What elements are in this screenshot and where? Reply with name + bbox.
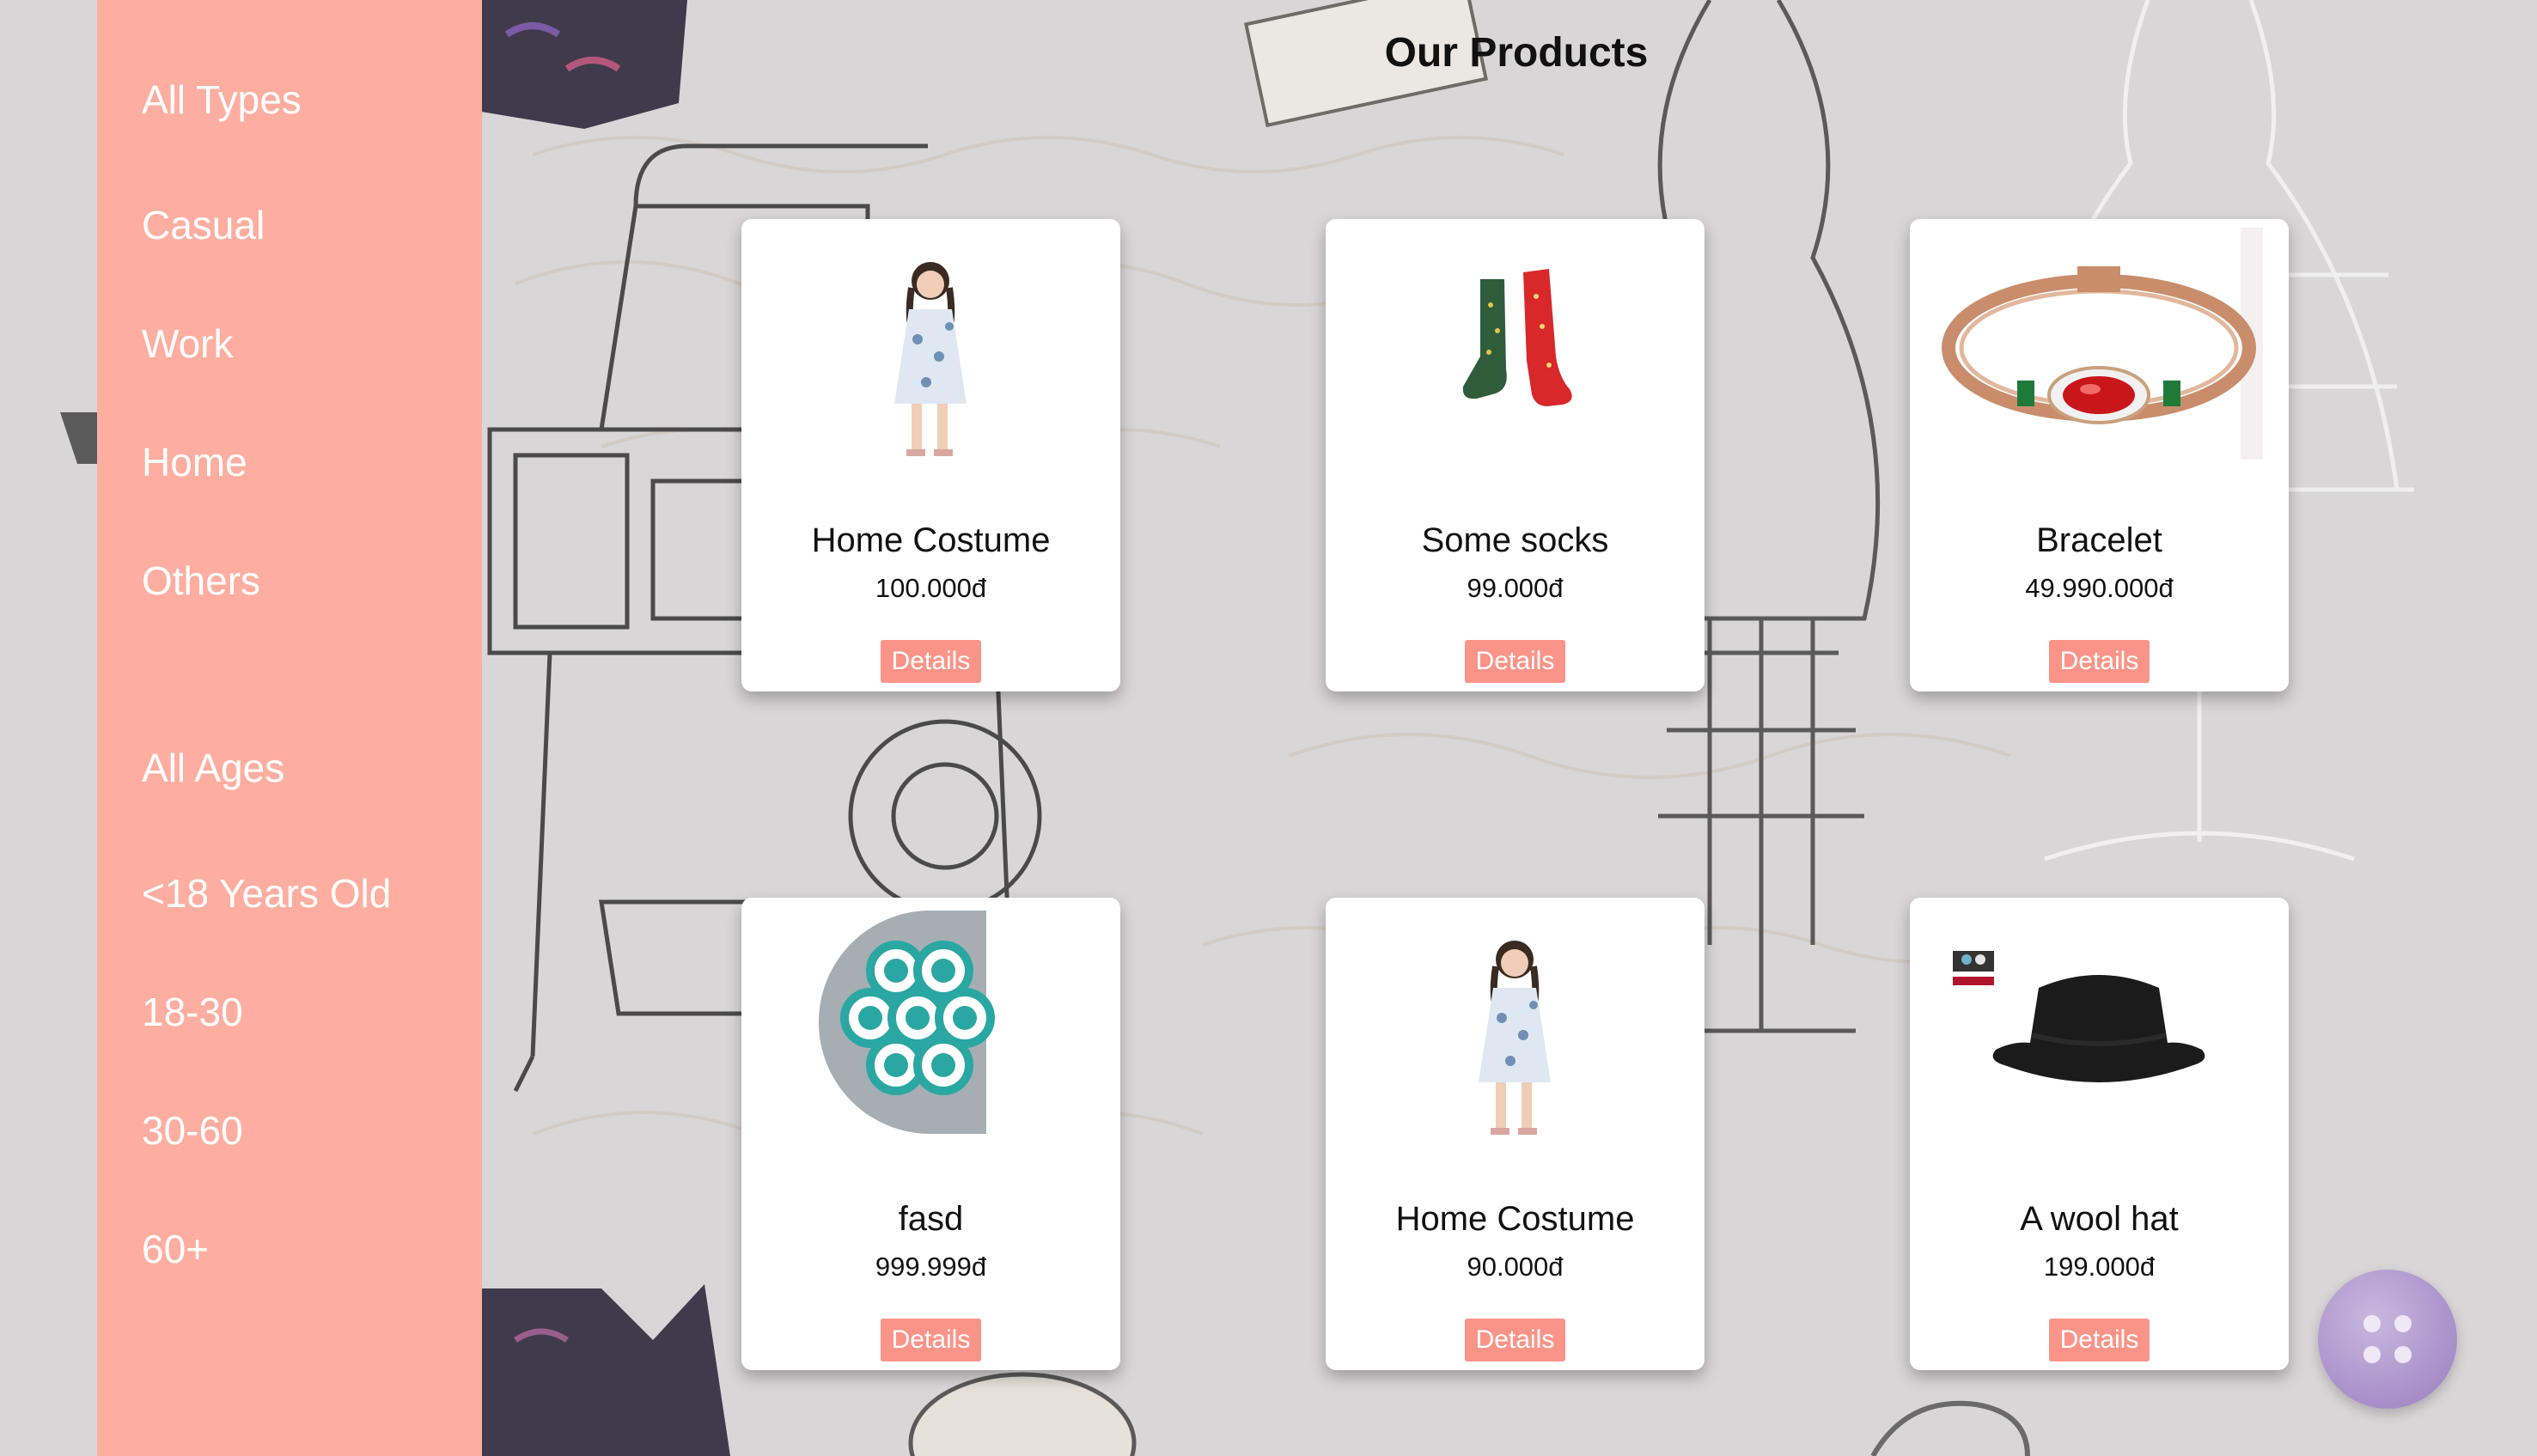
details-button[interactable]: Details — [1465, 1319, 1565, 1362]
product-image-teal-circles-logo — [767, 906, 1095, 1138]
product-image-red-gem-bracelet — [1936, 228, 2263, 460]
product-price: 199.000đ — [2043, 1252, 2156, 1282]
sidebar-item-all-types[interactable]: All Types — [142, 76, 302, 124]
product-price: 90.000đ — [1467, 1252, 1564, 1282]
floating-action-button[interactable] — [2318, 1270, 2457, 1409]
product-card: Home Costume 100.000đ Details — [741, 219, 1120, 691]
product-card: Home Costume 90.000đ Details — [1326, 898, 1705, 1370]
sidebar-item-under-18[interactable]: <18 Years Old — [142, 869, 391, 917]
sidebar: All Types Casual Work Home Others All Ag… — [97, 0, 482, 1456]
product-name: Home Costume — [811, 521, 1051, 559]
product-image-woman-in-floral-dress — [1351, 906, 1679, 1138]
details-button[interactable]: Details — [2049, 1319, 2150, 1362]
product-price: 49.990.000đ — [2025, 573, 2174, 603]
product-card: Some socks 99.000đ Details — [1326, 219, 1705, 691]
product-card: Bracelet 49.990.000đ Details — [1910, 219, 2289, 691]
page: All Types Casual Work Home Others All Ag… — [0, 0, 2537, 1456]
details-button[interactable]: Details — [881, 640, 981, 683]
product-name: Some socks — [1421, 521, 1609, 559]
product-card: A wool hat 199.000đ Details — [1910, 898, 2289, 1370]
details-button[interactable]: Details — [2049, 640, 2150, 683]
sidebar-item-all-ages[interactable]: All Ages — [142, 744, 284, 792]
details-button[interactable]: Details — [1465, 640, 1565, 683]
product-name: Home Costume — [1395, 1200, 1635, 1238]
product-image-black-wool-hat — [1936, 906, 2263, 1138]
sidebar-item-18-30[interactable]: 18-30 — [142, 988, 243, 1036]
product-name: A wool hat — [2020, 1200, 2179, 1238]
product-price: 99.000đ — [1467, 573, 1564, 603]
product-price: 100.000đ — [875, 573, 987, 603]
product-name: fasd — [898, 1200, 964, 1238]
product-name: Bracelet — [2036, 521, 2162, 559]
sidebar-item-30-60[interactable]: 30-60 — [142, 1106, 243, 1154]
product-image-green-and-red-socks — [1351, 228, 1679, 460]
product-price: 999.999đ — [875, 1252, 987, 1282]
sidebar-item-60-plus[interactable]: 60+ — [142, 1225, 209, 1273]
product-image-woman-in-floral-dress — [767, 228, 1095, 460]
sidebar-item-others[interactable]: Others — [142, 557, 260, 605]
product-card: fasd 999.999đ Details — [741, 898, 1120, 1370]
sidebar-item-work[interactable]: Work — [142, 320, 234, 368]
sidebar-item-home[interactable]: Home — [142, 438, 247, 486]
sidebar-item-casual[interactable]: Casual — [142, 201, 265, 249]
page-title: Our Products — [1384, 30, 1649, 76]
details-button[interactable]: Details — [881, 1319, 981, 1362]
